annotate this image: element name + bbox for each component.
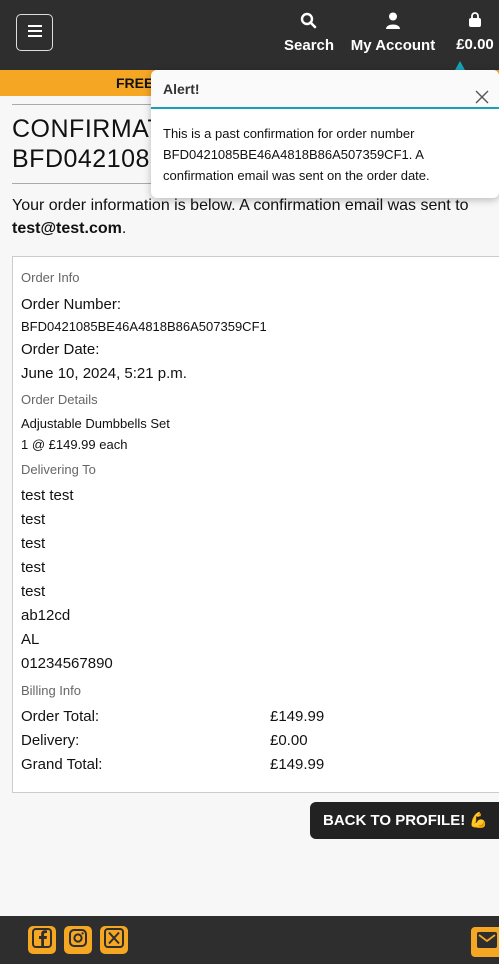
address-line: test (21, 535, 46, 552)
facebook-icon (32, 927, 52, 953)
address-line: test (21, 511, 46, 528)
instagram-icon (68, 928, 88, 953)
order-number-label: Order Number: (21, 296, 122, 313)
billing-heading: Billing Info (21, 683, 81, 698)
order-info-heading: Order Info (21, 270, 80, 285)
user-icon (350, 12, 436, 33)
billing-label: Delivery: (21, 732, 80, 749)
billing-label: Order Total: (21, 708, 100, 725)
x-twitter-icon (104, 927, 124, 953)
address-line: test (21, 583, 46, 600)
item-qty-price: 1 @ £149.99 each (21, 437, 128, 452)
delivery-address: test test test test test test ab12cd AL … (21, 484, 498, 676)
nav-account-label: My Account (350, 37, 436, 54)
billing-row: Order Total: £149.99 (21, 705, 498, 729)
bag-icon (453, 12, 497, 32)
bag-total: £0.00 (456, 36, 494, 53)
x-twitter-link[interactable] (100, 926, 128, 954)
nav-search-label: Search (284, 37, 335, 54)
alert-header: Alert! (151, 70, 499, 109)
billing-row: Grand Total: £149.99 (21, 753, 498, 777)
nav-search[interactable]: Search (284, 12, 335, 54)
nav-bag[interactable]: £0.00 (453, 12, 497, 53)
delivering-heading: Delivering To (21, 462, 96, 477)
order-number-value: BFD0421085BE46A4818B86A507359CF1 (21, 319, 267, 334)
billing-value: £0.00 (270, 732, 308, 749)
title-divider-bottom (12, 183, 162, 184)
intro-end: . (121, 220, 127, 237)
back-to-profile-button[interactable]: BACK TO PROFILE! 💪 (310, 802, 499, 839)
address-line: ab12cd (21, 607, 71, 624)
alert-message: This is a past confirmation for order nu… (163, 126, 430, 183)
instagram-link[interactable] (64, 926, 92, 954)
contact-mail-button[interactable] (469, 925, 499, 959)
alert-caret (455, 61, 465, 70)
menu-icon (27, 24, 42, 42)
item-name: Adjustable Dumbbells Set (21, 416, 170, 431)
billing-value: £149.99 (270, 708, 325, 725)
billing-row: Delivery: £0.00 (21, 729, 498, 753)
order-date-label: Order Date: (21, 341, 100, 358)
address-line: test test (21, 487, 74, 504)
address-line: test (21, 559, 46, 576)
intro-paragraph: Your order information is below. A confi… (12, 194, 482, 240)
top-navbar: Search My Account £0.00 (0, 0, 499, 70)
footer (0, 916, 499, 964)
address-line: 01234567890 (21, 655, 113, 672)
order-details-heading: Order Details (21, 392, 98, 407)
order-card: Order Info Order Number: BFD0421085BE46A… (12, 256, 499, 793)
address-line: AL (21, 631, 40, 648)
customer-email: test@test.com (12, 220, 122, 237)
close-icon[interactable] (474, 81, 490, 104)
mail-icon (477, 931, 497, 953)
billing-label: Grand Total: (21, 756, 103, 773)
nav-my-account[interactable]: My Account (350, 12, 436, 54)
title-divider-top (12, 104, 162, 105)
page-title: CONFIRMAT BFD042108 (12, 115, 164, 173)
order-date-value: June 10, 2024, 5:21 p.m. (21, 365, 187, 382)
billing-table: Order Total: £149.99 Delivery: £0.00 Gra… (21, 705, 498, 777)
search-icon (284, 12, 332, 33)
promo-banner-text: FREE (116, 75, 154, 91)
billing-value: £149.99 (270, 756, 325, 773)
alert-title: Alert! (163, 81, 200, 97)
menu-toggle-button[interactable] (16, 14, 53, 51)
facebook-link[interactable] (28, 926, 56, 954)
alert-popover: Alert! This is a past confirmation for o… (151, 70, 499, 198)
intro-text: Your order information is below. A confi… (12, 197, 469, 214)
